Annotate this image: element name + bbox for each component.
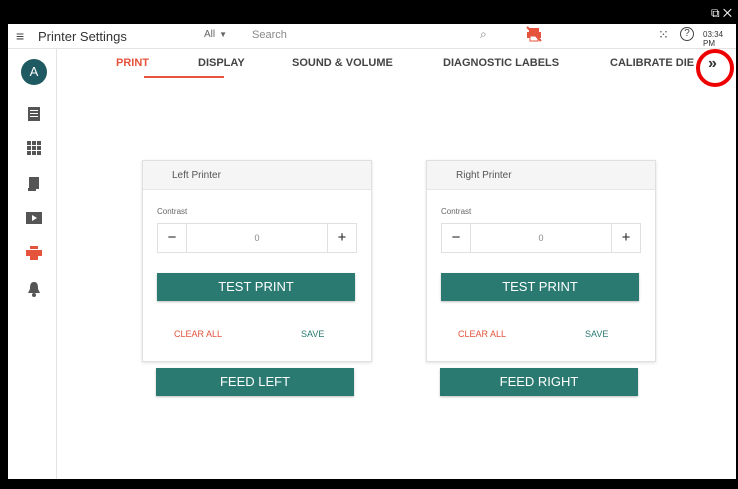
card-title: Right Printer (456, 170, 512, 181)
contrast-stepper: − 0 + (157, 223, 357, 253)
card-header: Left Printer (143, 161, 371, 190)
receipt-icon[interactable] (26, 176, 42, 192)
grid-icon[interactable] (26, 141, 42, 157)
tab-diagnostic-labels[interactable]: DIAGNOSTIC LABELS (443, 57, 559, 69)
feed-left-button[interactable]: FEED LEFT (156, 368, 354, 396)
right-printer-card: Right Printer Contrast − 0 + TEST PRINT … (426, 160, 656, 362)
video-icon[interactable] (26, 211, 42, 227)
feed-right-button[interactable]: FEED RIGHT (440, 368, 638, 396)
tab-display[interactable]: DISPLAY (198, 57, 245, 69)
test-print-button[interactable]: TEST PRINT (441, 273, 639, 301)
window-titlebar: ⧉ ✕ (0, 0, 738, 24)
printer-offline-icon[interactable] (526, 26, 542, 45)
apps-grid-icon[interactable]: ⁙ (658, 27, 669, 43)
increase-contrast-button[interactable]: + (327, 224, 356, 252)
caret-down-icon: ▼ (219, 30, 228, 39)
tab-sound-volume[interactable]: SOUND & VOLUME (292, 57, 393, 69)
clear-all-button[interactable]: CLEAR ALL (174, 329, 222, 339)
menu-icon[interactable]: ≡ (16, 28, 24, 44)
left-printer-card: Left Printer Contrast − 0 + TEST PRINT C… (142, 160, 372, 362)
increase-contrast-button[interactable]: + (611, 224, 640, 252)
clear-all-button[interactable]: CLEAR ALL (458, 329, 506, 339)
tab-calibrate-die[interactable]: CALIBRATE DIE (610, 57, 694, 69)
search-icon[interactable]: ⌕ (480, 27, 487, 42)
settings-tabs: PRINT DISPLAY SOUND & VOLUME DIAGNOSTIC … (58, 49, 736, 78)
contrast-value[interactable]: 0 (186, 224, 328, 252)
filter-value: All (204, 29, 216, 40)
card-header: Right Printer (427, 161, 655, 190)
window-controls-icon[interactable]: ⧉ ✕ (711, 6, 732, 21)
test-print-button[interactable]: TEST PRINT (157, 273, 355, 301)
printer-offline-svg (526, 26, 542, 42)
bell-icon[interactable] (26, 281, 42, 297)
clock-time: 03:34 PM (703, 30, 724, 48)
decrease-contrast-button[interactable]: − (442, 224, 471, 252)
help-icon[interactable]: ? (680, 27, 694, 41)
printer-icon[interactable] (26, 246, 42, 262)
page-title: Printer Settings (38, 29, 127, 44)
avatar[interactable]: A (21, 59, 47, 85)
contrast-label: Contrast (441, 207, 472, 216)
tab-print[interactable]: PRINT (116, 57, 149, 69)
document-icon[interactable] (26, 106, 42, 122)
contrast-stepper: − 0 + (441, 223, 641, 253)
app-frame: ≡ Printer Settings All ▼ Search ⌕ ⁙ ? 03:… (8, 24, 736, 479)
save-button[interactable]: SAVE (301, 329, 324, 339)
active-tab-indicator (144, 76, 224, 78)
contrast-label: Contrast (157, 207, 188, 216)
sidebar: A (8, 49, 57, 479)
chevron-double-right-icon[interactable]: » (708, 55, 717, 73)
search-input[interactable]: Search (252, 29, 287, 41)
app-header: ≡ Printer Settings All ▼ Search ⌕ ⁙ ? 03:… (8, 24, 736, 49)
search-filter-dropdown[interactable]: All ▼ (204, 29, 227, 40)
decrease-contrast-button[interactable]: − (158, 224, 187, 252)
contrast-value[interactable]: 0 (470, 224, 612, 252)
card-title: Left Printer (172, 170, 221, 181)
save-button[interactable]: SAVE (585, 329, 608, 339)
